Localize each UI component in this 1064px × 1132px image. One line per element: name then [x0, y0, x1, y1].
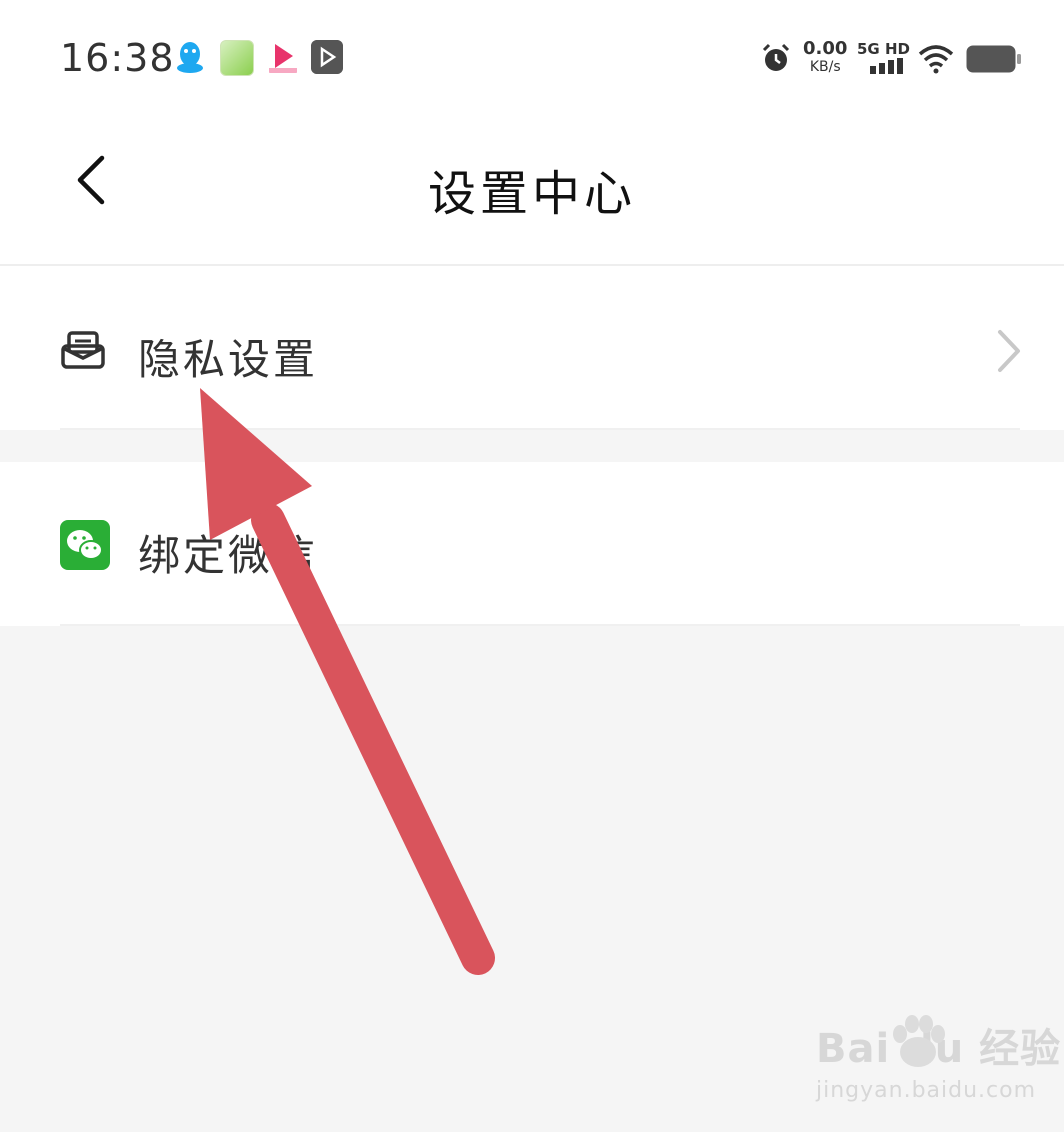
watermark-url: jingyan.baidu.com — [816, 1078, 1037, 1103]
watermark: Bai du 经验 jingyan.baidu.com — [816, 1015, 1061, 1103]
annotation-arrow — [200, 388, 495, 975]
paw-icon — [893, 1015, 945, 1067]
